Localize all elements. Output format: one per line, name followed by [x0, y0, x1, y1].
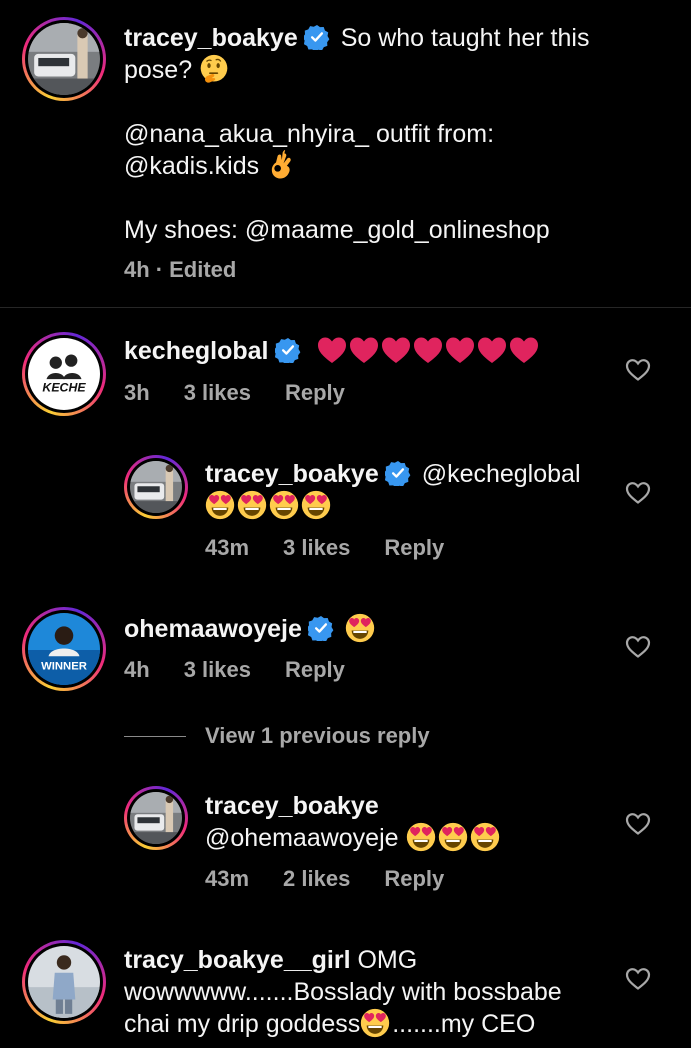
red-heart-emoji — [477, 335, 507, 365]
reply-button[interactable]: Reply — [384, 535, 444, 560]
heart-eyes-emoji — [301, 490, 331, 520]
view-replies-line — [124, 736, 186, 737]
caption-line5: My shoes: @maame_gold_onlineshop — [124, 216, 550, 244]
comment-time: 43m — [205, 866, 250, 891]
reply-avatar[interactable] — [124, 455, 188, 519]
caption-time: 4h — [124, 257, 150, 282]
caption-meta: 4h · Edited — [124, 257, 270, 283]
ohemaawoyeje-avatar[interactable]: WINNER — [22, 607, 106, 691]
verified-badge-icon — [385, 460, 411, 486]
red-heart-emoji — [509, 335, 539, 365]
comment-text-line2: wowwwww.......Bosslady with bossbabe — [124, 978, 562, 1006]
comment-username[interactable]: tracey_boakye — [205, 792, 379, 820]
thinking-emoji — [199, 54, 229, 84]
heart-outline-icon[interactable] — [625, 358, 651, 382]
ohemaawoyeje-comment: ohemaawoyeje — [124, 613, 604, 645]
verified-badge-icon — [275, 337, 301, 363]
caption-divider — [0, 307, 691, 308]
heart-eyes-emoji — [269, 490, 299, 520]
winner-poster-icon: WINNER — [28, 613, 100, 685]
kecheglobal-avatar[interactable]: KECHE — [22, 332, 106, 416]
comment-username[interactable]: tracy_boakye__girl — [124, 946, 351, 974]
heart-eyes-emoji — [237, 490, 267, 520]
caption-avatar[interactable] — [22, 17, 106, 101]
caption-line4: @kadis.kids — [124, 152, 260, 180]
heart-eyes-emoji — [438, 822, 468, 852]
reply-comment: tracey_boakye @ohemaawoyeje — [205, 790, 605, 854]
comment-mention[interactable]: @kecheglobal — [422, 460, 581, 488]
caption-edited: · Edited — [155, 257, 237, 282]
heart-outline-icon[interactable] — [625, 812, 651, 836]
comment-time: 3h — [124, 380, 150, 405]
heart-eyes-emoji-row — [205, 490, 605, 522]
reply-button[interactable]: Reply — [285, 657, 345, 682]
caption-line1: So who taught her this — [340, 24, 590, 52]
heart-eyes-emoji-row — [406, 824, 502, 852]
reply-avatar[interactable] — [124, 786, 188, 850]
comment-likes[interactable]: 3 likes — [184, 380, 251, 405]
verified-badge-icon — [308, 615, 334, 641]
red-heart-emoji — [381, 335, 411, 365]
svg-text:WINNER: WINNER — [41, 661, 87, 673]
red-heart-emoji — [349, 335, 379, 365]
caption-text: tracey_boakye So who taught her this pos… — [124, 22, 664, 246]
comment-text-line3b: .......my CEO — [392, 1010, 536, 1038]
tracy-girl-comment: tracy_boakye__girl OMG wowwwww.......Bos… — [124, 944, 604, 1040]
heart-eyes-emoji — [360, 1008, 390, 1038]
comment-mention[interactable]: @ohemaawoyeje — [205, 824, 399, 852]
person-photo-icon — [28, 946, 100, 1018]
heart-eyes-emoji — [406, 822, 436, 852]
reply-meta: 43m 3 likes Reply — [205, 535, 478, 561]
comment-username[interactable]: kecheglobal — [124, 337, 269, 365]
keche-logo-icon: KECHE — [28, 338, 100, 410]
reply-comment: tracey_boakye @kecheglobal — [205, 458, 605, 522]
comment-likes[interactable]: 2 likes — [283, 866, 350, 891]
kecheglobal-comment: kecheglobal — [124, 335, 604, 367]
heart-eyes-emoji — [470, 822, 500, 852]
comment-likes[interactable]: 3 likes — [283, 535, 350, 560]
reply-meta: 43m 2 likes Reply — [205, 866, 478, 892]
red-heart-emoji — [413, 335, 443, 365]
ok-hand-emoji — [266, 150, 296, 180]
heart-eyes-emoji — [205, 490, 235, 520]
tracy-girl-avatar[interactable] — [22, 940, 106, 1024]
car-photo-icon — [28, 23, 100, 95]
view-previous-replies-button[interactable]: View 1 previous reply — [205, 723, 430, 749]
instagram-comments-page: tracey_boakye So who taught her this pos… — [0, 0, 691, 1048]
heart-outline-icon[interactable] — [625, 481, 651, 505]
verified-badge-icon — [304, 24, 330, 50]
svg-text:KECHE: KECHE — [42, 380, 86, 394]
car-photo-icon — [130, 792, 182, 844]
comment-time: 4h — [124, 657, 150, 682]
comment-username[interactable]: ohemaawoyeje — [124, 615, 302, 643]
red-heart-emoji — [317, 335, 347, 365]
caption-line2: pose? — [124, 56, 193, 84]
caption-username[interactable]: tracey_boakye — [124, 24, 298, 52]
comment-likes[interactable]: 3 likes — [184, 657, 251, 682]
comment-username[interactable]: tracey_boakye — [205, 460, 379, 488]
red-hearts-emoji-row — [317, 337, 541, 365]
heart-eyes-emoji — [345, 613, 375, 643]
heart-outline-icon[interactable] — [625, 967, 651, 991]
caption-line3: @nana_akua_nhyira_ outfit from: — [124, 120, 495, 148]
comment-text-line1: OMG — [357, 946, 418, 974]
comment-time: 43m — [205, 535, 250, 560]
comment-text-line3: chai my drip goddess — [124, 1010, 361, 1038]
red-heart-emoji — [445, 335, 475, 365]
car-photo-icon — [130, 461, 182, 513]
reply-button[interactable]: Reply — [285, 380, 345, 405]
ohemaawoyeje-meta: 4h 3 likes Reply — [124, 657, 379, 683]
kecheglobal-meta: 3h 3 likes Reply — [124, 380, 379, 406]
reply-button[interactable]: Reply — [384, 866, 444, 891]
heart-outline-icon[interactable] — [625, 635, 651, 659]
